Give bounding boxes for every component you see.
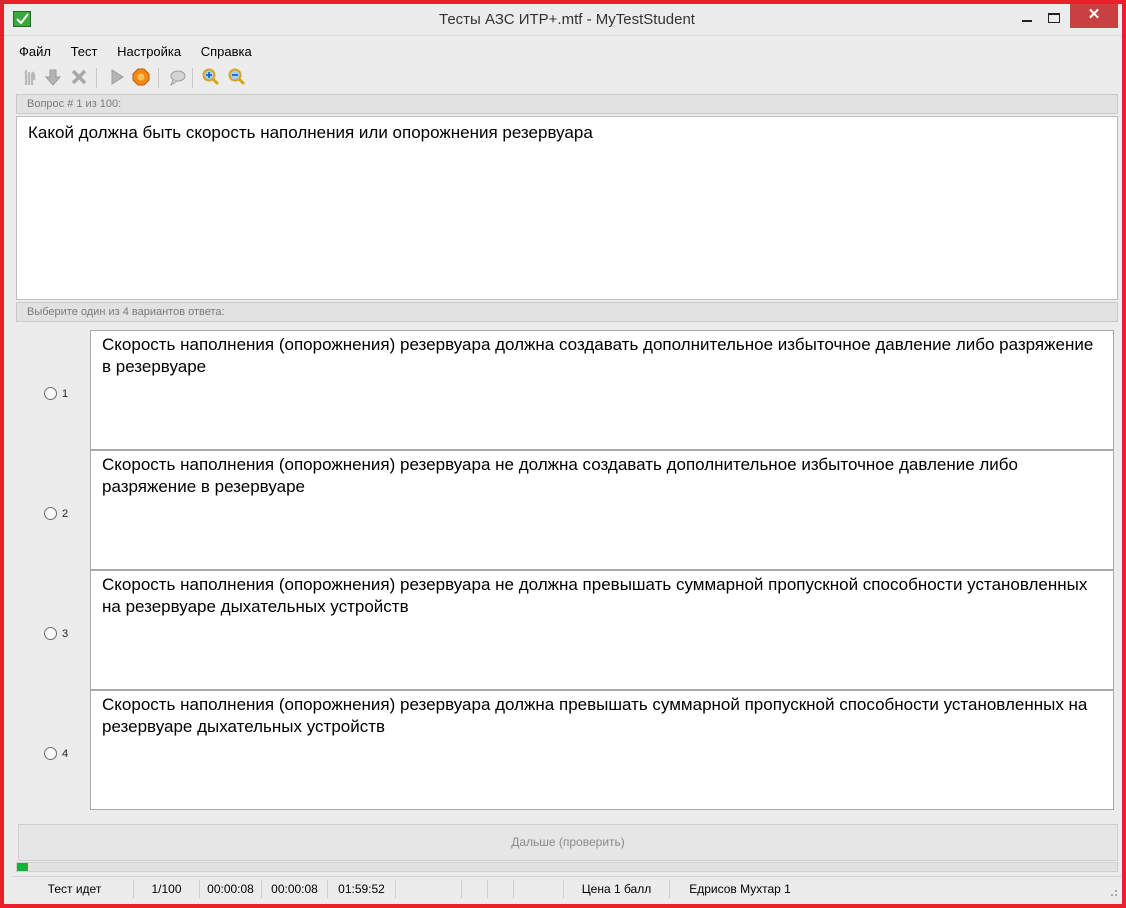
answers-list: 1 Скорость наполнения (опорожнения) резе… (16, 326, 1118, 820)
answers-header: Выберите один из 4 вариантов ответа: (16, 302, 1118, 322)
stop-icon[interactable] (130, 66, 152, 88)
window-title: Тесты АЗС ИТР+.mtf - MyTestStudent (439, 11, 695, 28)
answer-text[interactable]: Скорость наполнения (опорожнения) резерв… (90, 690, 1114, 810)
hand-icon[interactable] (18, 66, 40, 88)
play-icon[interactable] (106, 66, 128, 88)
menu-test[interactable]: Тест (64, 42, 105, 62)
maximize-icon (1048, 13, 1060, 23)
answer-number: 2 (62, 508, 69, 520)
close-button[interactable]: ✕ (1070, 4, 1118, 28)
maximize-button[interactable] (1040, 4, 1068, 32)
answer-number: 3 (62, 628, 69, 640)
answer-option[interactable]: 2 Скорость наполнения (опорожнения) резе… (16, 450, 1118, 570)
answer-number: 1 (62, 388, 69, 400)
answer-text[interactable]: Скорость наполнения (опорожнения) резерв… (90, 570, 1114, 690)
minimize-icon (1022, 20, 1032, 22)
status-user: Едрисов Мухтар 1 (689, 882, 791, 896)
status-counter: 1/100 (134, 880, 200, 898)
status-empty (396, 880, 462, 898)
chat-icon[interactable] (166, 66, 188, 88)
zoom-out-icon[interactable] (226, 66, 248, 88)
app-window: Тесты АЗС ИТР+.mtf - MyTestStudent ✕ Фай… (0, 0, 1126, 908)
minimize-button[interactable] (1014, 4, 1040, 32)
toolbar-separator (158, 68, 159, 88)
answer-option[interactable]: 3 Скорость наполнения (опорожнения) резе… (16, 570, 1118, 690)
down-arrow-icon[interactable] (42, 66, 64, 88)
status-time-question: 00:00:08 (200, 880, 262, 898)
progress-fill (17, 863, 28, 871)
status-empty (488, 880, 514, 898)
status-state: Тест идет (16, 880, 134, 898)
status-bar: Тест идет 1/100 00:00:08 00:00:08 01:59:… (12, 876, 1122, 900)
answer-text[interactable]: Скорость наполнения (опорожнения) резерв… (90, 330, 1114, 450)
answer-option[interactable]: 1 Скорость наполнения (опорожнения) резе… (16, 330, 1118, 450)
resize-grip-icon[interactable] (1108, 887, 1118, 897)
answer-text[interactable]: Скорость наполнения (опорожнения) резерв… (90, 450, 1114, 570)
menu-bar: Файл Тест Настройка Справка (12, 42, 261, 62)
answer-radio[interactable] (44, 507, 57, 520)
question-text: Какой должна быть скорость наполнения ил… (16, 116, 1118, 300)
answer-radio[interactable] (44, 747, 57, 760)
delete-icon[interactable] (68, 66, 90, 88)
answer-radio[interactable] (44, 387, 57, 400)
menu-help[interactable]: Справка (194, 42, 259, 62)
status-empty (462, 880, 488, 898)
toolbar-separator (96, 68, 97, 88)
title-bar[interactable]: Тесты АЗС ИТР+.mtf - MyTestStudent ✕ (4, 4, 1122, 36)
answer-number: 4 (62, 748, 69, 760)
progress-bar (16, 862, 1118, 872)
question-header: Вопрос # 1 из 100: (16, 94, 1118, 114)
status-price: Цена 1 балл (564, 880, 670, 898)
menu-settings[interactable]: Настройка (110, 42, 188, 62)
status-time-total: 00:00:08 (262, 880, 328, 898)
menu-file[interactable]: Файл (12, 42, 58, 62)
zoom-in-icon[interactable] (200, 66, 222, 88)
answer-radio[interactable] (44, 627, 57, 640)
toolbar-separator (192, 68, 193, 88)
answer-option[interactable]: 4 Скорость наполнения (опорожнения) резе… (16, 690, 1118, 810)
status-time-left: 01:59:52 (328, 880, 396, 898)
close-icon: ✕ (1087, 6, 1101, 23)
status-empty (514, 880, 564, 898)
next-button[interactable]: Дальше (проверить) (18, 824, 1118, 861)
